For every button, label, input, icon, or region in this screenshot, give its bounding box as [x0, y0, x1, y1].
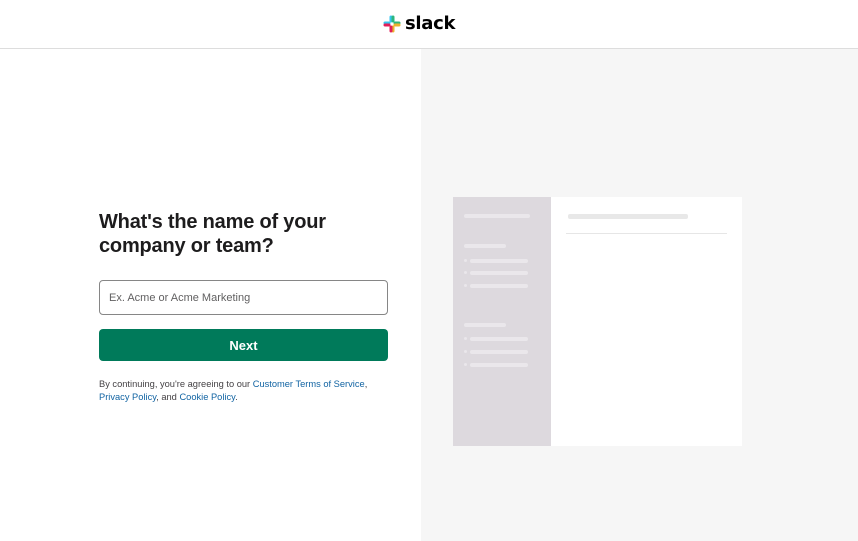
privacy-policy-link[interactable]: Privacy Policy	[99, 392, 156, 402]
top-bar: slack	[0, 0, 858, 49]
page-title: What's the name of your company or team?	[99, 211, 326, 257]
preview-section-bar	[464, 244, 506, 248]
preview-main-title-bar	[568, 214, 688, 219]
team-name-input[interactable]	[99, 280, 388, 315]
preview-channel-dot	[464, 271, 467, 274]
terms-separator-1: ,	[364, 379, 368, 389]
preview-dm-bar	[470, 337, 528, 341]
cookie-policy-link[interactable]: Cookie Policy	[179, 392, 235, 402]
brand-wordmark: slack	[405, 13, 456, 34]
preview-dm-dot	[464, 363, 467, 366]
slack-logo-icon	[383, 15, 401, 33]
terms-text: By continuing, you're agreeing to our Cu…	[99, 378, 399, 404]
preview-channel-dot	[464, 259, 467, 262]
preview-dm-bar	[470, 350, 528, 354]
preview-dm-dot	[464, 350, 467, 353]
terms-suffix: .	[235, 392, 238, 402]
preview-channel-bar	[470, 259, 528, 263]
preview-sidebar	[453, 197, 551, 446]
preview-channel-bar	[470, 271, 528, 275]
slack-logo[interactable]: slack	[383, 13, 455, 35]
next-button[interactable]: Next	[99, 329, 388, 361]
preview-main-divider	[566, 233, 727, 234]
preview-section-bar	[464, 323, 506, 327]
preview-channel-bar	[470, 284, 528, 288]
preview-dm-bar	[470, 363, 528, 367]
preview-dm-dot	[464, 337, 467, 340]
customer-terms-link[interactable]: Customer Terms of Service	[253, 379, 365, 389]
workspace-preview-illustration	[453, 197, 742, 446]
terms-separator-2: , and	[156, 392, 180, 402]
preview-sidebar-title-bar	[464, 214, 530, 218]
terms-prefix: By continuing, you're agreeing to our	[99, 379, 253, 389]
preview-channel-dot	[464, 284, 467, 287]
